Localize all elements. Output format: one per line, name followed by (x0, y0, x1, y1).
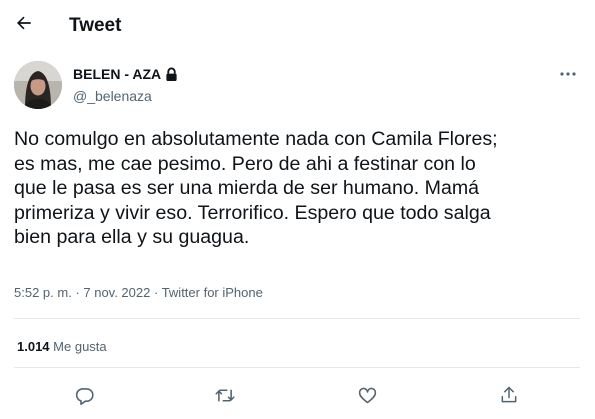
author-handle[interactable]: @_belenaza (73, 88, 152, 104)
tweet-line: es mas, me cae pesimo. Pero de ahi a fes… (14, 152, 476, 175)
tweet-header: Tweet (0, 0, 595, 53)
back-arrow-icon[interactable] (12, 11, 36, 35)
divider (14, 367, 580, 368)
divider (14, 318, 580, 319)
lock-icon (165, 67, 178, 82)
like-icon[interactable] (355, 383, 379, 407)
author-display-name: BELEN - AZA (73, 66, 162, 82)
avatar[interactable] (14, 61, 62, 109)
page-title: Tweet (69, 15, 122, 36)
reply-icon[interactable] (72, 383, 96, 407)
tweet-date[interactable]: 7 nov. 2022 (83, 285, 150, 300)
share-icon[interactable] (497, 383, 521, 407)
tweet-text: No comulgo en absolutamente nada con Cam… (14, 127, 580, 250)
likes-count: 1.014 (17, 339, 50, 354)
tweet-line: bien para ella y su guagua. (14, 226, 250, 248)
likes-stat[interactable]: 1.014 Me gusta (17, 339, 107, 354)
more-options-icon[interactable] (557, 66, 579, 82)
meta-separator: · (150, 285, 162, 300)
tweet-line: primeriza y vivir eso. Terrorifico. Espe… (14, 201, 491, 224)
tweet-line: No comulgo en absolutamente nada con Cam… (14, 128, 498, 150)
likes-label: Me gusta (53, 339, 107, 354)
meta-separator: · (71, 285, 84, 300)
tweet-metadata: 5:52 p. m. · 7 nov. 2022 · Twitter for i… (14, 285, 263, 300)
tweet-line: que le pasa es ser una mierda de ser hum… (14, 177, 480, 199)
tweet-actions (0, 383, 595, 407)
tweet-time[interactable]: 5:52 p. m. (14, 285, 72, 300)
retweet-icon[interactable] (213, 383, 237, 407)
author-name[interactable]: BELEN - AZA (73, 66, 178, 82)
tweet-source[interactable]: Twitter for iPhone (162, 285, 263, 300)
